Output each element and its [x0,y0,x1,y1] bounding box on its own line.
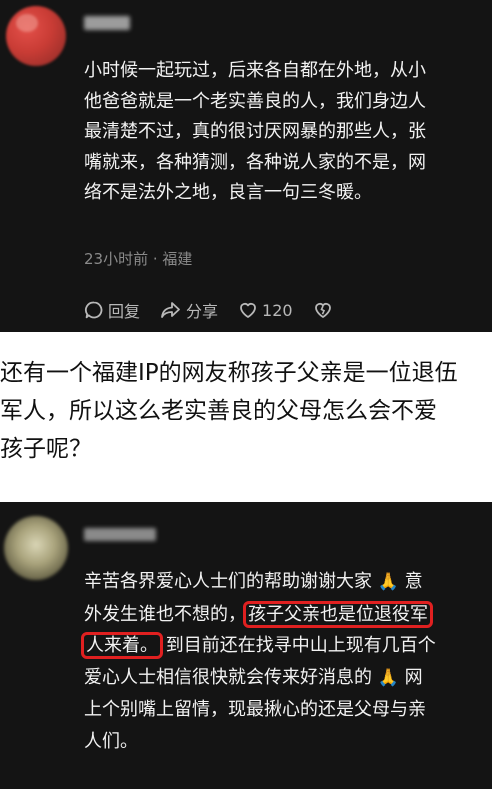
comment-line: 人们。 [84,730,138,752]
comment-text: 小时候一起玩过，后来各自都在外地，从小 他爸爸就是一个老实善良的人，我们身边人 … [84,56,484,209]
share-icon [161,302,180,318]
comment-line: 嘴就来，各种猜测，各种说人家的不是，网 [84,151,426,173]
comment-text-segment: 到目前还在找寻中山上现有几百个 [165,635,436,657]
comment-meta: 23小时前 · 福建 [84,250,193,268]
comment-line: 上个别嘴上留情，现最揪心的还是父母与亲 [84,699,426,721]
caption-line: 还有一个福建IP的网友称孩子父亲是一位退伍 [0,360,458,386]
highlighted-text: 人来着。 [81,632,163,660]
avatar[interactable] [4,516,68,580]
comment-text-segment: 辛苦各界爱心人士们的帮助谢谢大家 [84,571,372,592]
avatar[interactable] [6,6,66,66]
highlighted-text: 孩子父亲也是位退役军 [243,600,433,628]
comment-line: 爱心人士相信很快就会传来好消息的 🙏 网 [84,662,488,695]
dislike-button[interactable] [313,300,337,320]
comment-line: 人来着。 到目前还在找寻中山上现有几百个 [81,630,488,662]
praying-hands-icon: 🙏 [377,667,399,688]
blurred-username[interactable] [84,16,130,30]
broken-heart-icon [314,302,331,318]
reply-label: 回复 [108,302,141,321]
praying-hands-icon: 🙏 [377,572,399,592]
comment-text-segment: 意 [404,571,423,592]
share-label: 分享 [186,302,219,321]
blurred-username[interactable] [84,528,156,541]
comment-line: 最清楚不过，真的很讨厌网暴的那些人，张 [84,121,426,142]
comment-actions: 回复 分享 120 [84,298,357,322]
like-count: 120 [262,300,293,320]
comment-text: 辛苦各界爱心人士们的帮助谢谢大家 🙏 意 外发生谁也不想的， 孩子父亲也是位退役军… [81,566,488,758]
comment-line: 小时候一起玩过，后来各自都在外地，从小 [84,60,426,81]
caption-line: 军人，所以这么老实善良的父母怎么会不爱 [0,398,437,424]
comment-text-segment: 网 [404,666,423,688]
caption-line: 孩子呢？ [0,436,92,462]
comment-text-segment: 爱心人士相信很快就会传来好消息的 [84,666,372,688]
reply-icon [85,301,103,319]
comment-line: 外发生谁也不想的， 孩子父亲也是位退役军 [84,599,488,631]
comment-line: 他爸爸就是一个老实善良的人，我们身边人 [84,90,426,112]
comment-text-segment: 外发生谁也不想的， [84,603,246,625]
like-button[interactable]: 120 [238,300,293,320]
reply-button[interactable]: 回复 [84,298,140,322]
share-button[interactable]: 分享 [160,298,218,322]
comment-line: 辛苦各界爱心人士们的帮助谢谢大家 🙏 意 [84,566,488,599]
heart-icon [240,302,256,318]
caption-text: 还有一个福建IP的网友称孩子父亲是一位退伍 军人，所以这么老实善良的父母怎么会不… [0,354,492,468]
comment-line: 络不是法外之地，良言一句三冬暖。 [84,182,372,203]
